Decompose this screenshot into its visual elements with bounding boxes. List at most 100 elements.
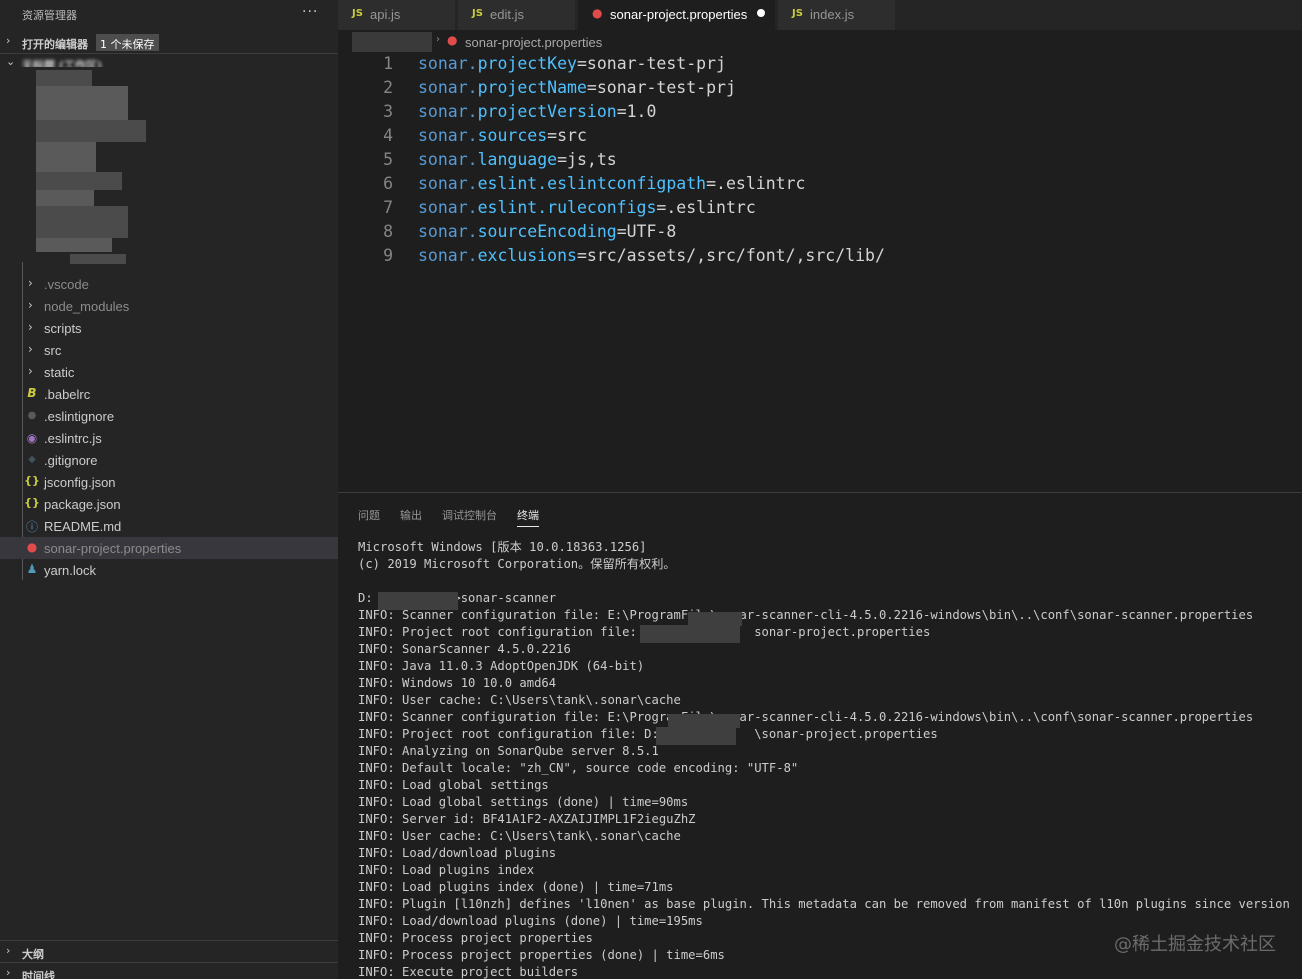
- terminal-line: D: n>sonar-scanner: [358, 591, 557, 605]
- terminal-line: INFO: Scanner configuration file: E:\Pro…: [358, 710, 1254, 724]
- tree-item-label: scripts: [44, 321, 82, 336]
- unsaved-dot-icon[interactable]: [757, 9, 765, 17]
- chevron-right-icon: ›: [6, 34, 11, 47]
- tree-item-package-json[interactable]: {} package.json: [0, 493, 338, 515]
- redacted-path: [378, 592, 458, 610]
- terminal-line: INFO: Server id: BF41A1F2-AXZAIJIMPL1F2i…: [358, 812, 696, 826]
- code-line: 4 sonar.sources=src: [338, 124, 1302, 148]
- tree-item-readme[interactable]: ⓘ README.md: [0, 515, 338, 537]
- info-icon: ⓘ: [25, 520, 38, 534]
- redacted-path: [640, 625, 740, 643]
- code-line: 9 sonar.exclusions=src/assets/,src/font/…: [338, 244, 1302, 268]
- terminal-line: INFO: Load plugins index: [358, 863, 535, 877]
- git-icon: ◆: [28, 454, 36, 465]
- tree-item-label: README.md: [44, 519, 122, 534]
- line-number: 3: [383, 102, 393, 121]
- terminal-line: INFO: Project root configuration file: D…: [358, 625, 931, 639]
- tree-item-label: node_modules: [44, 299, 130, 314]
- tab-problems[interactable]: 问题: [358, 507, 380, 523]
- line-number: 7: [383, 198, 393, 217]
- redacted-block: [36, 120, 146, 142]
- tree-item-static[interactable]: › static: [0, 361, 338, 383]
- tree-item-label: package.json: [44, 497, 121, 512]
- terminal-line: INFO: Default locale: "zh_CN", source co…: [358, 761, 799, 775]
- tab-index-js[interactable]: JS index.js: [778, 0, 896, 30]
- terminal-line: INFO: Execute project builders: [358, 965, 579, 979]
- terminal-output[interactable]: Microsoft Windows [版本 10.0.18363.1256] (…: [358, 539, 1298, 979]
- redacted-block: [36, 70, 92, 86]
- tree-item-gitignore[interactable]: ◆ .gitignore: [0, 449, 338, 471]
- tree-item-node-modules[interactable]: › node_modules: [0, 295, 338, 317]
- properties-file-icon: ●: [447, 33, 458, 47]
- tree-item-eslintrc[interactable]: ◉ .eslintrc.js: [0, 427, 338, 449]
- js-file-icon: JS: [792, 8, 803, 19]
- bottom-panel: 问题 输出 调试控制台 终端 Microsoft Windows [版本 10.…: [338, 492, 1302, 979]
- tree-item-label: .eslintignore: [44, 409, 115, 424]
- breadcrumb: › ● sonar-project.properties: [338, 30, 1302, 54]
- tree-item-scripts[interactable]: › scripts: [0, 317, 338, 339]
- tab-label: sonar-project.properties: [610, 7, 748, 22]
- tree-item-yarn-lock[interactable]: ♟ yarn.lock: [0, 559, 338, 581]
- code-line: 3 sonar.projectVersion=1.0: [338, 100, 1302, 124]
- breadcrumb-file[interactable]: sonar-project.properties: [465, 35, 602, 50]
- chevron-right-icon: ›: [28, 364, 33, 378]
- tree-item-label: sonar-project.properties: [44, 541, 182, 556]
- watermark: @稀土掘金技术社区: [1114, 934, 1276, 955]
- explorer-title: 资源管理器: [22, 9, 77, 22]
- line-number: 1: [383, 54, 393, 73]
- properties-icon: ●: [26, 540, 38, 554]
- tree-item-jsconfig[interactable]: {} jsconfig.json: [0, 471, 338, 493]
- chevron-right-icon: ›: [28, 342, 33, 356]
- terminal-line: INFO: Java 11.0.3 AdoptOpenJDK (64-bit): [358, 659, 645, 673]
- redacted-block: [36, 238, 112, 252]
- code-line: 6 sonar.eslint.eslintconfigpath=.eslintr…: [338, 172, 1302, 196]
- redacted-path: [688, 612, 742, 626]
- tab-terminal[interactable]: 终端: [517, 507, 539, 527]
- open-editors-section[interactable]: › 打开的编辑器 1 个未保存: [0, 31, 338, 53]
- code-line: 5 sonar.language=js,ts: [338, 148, 1302, 172]
- outline-section[interactable]: › 大纲: [0, 940, 338, 962]
- chevron-right-icon: ›: [28, 276, 33, 290]
- chevron-right-icon: ›: [28, 320, 33, 334]
- tab-sonar-project-properties[interactable]: ● sonar-project.properties: [578, 0, 776, 30]
- code-line: 2 sonar.projectName=sonar-test-prj: [338, 76, 1302, 100]
- chevron-down-icon: ⌄: [6, 55, 16, 67]
- terminal-line: INFO: Load plugins index (done) | time=7…: [358, 880, 674, 894]
- more-actions-icon[interactable]: ···: [302, 4, 318, 20]
- tab-api-js[interactable]: JS api.js: [338, 0, 456, 30]
- line-number: 9: [383, 246, 393, 265]
- code-line: 7 sonar.eslint.ruleconfigs=.eslintrc: [338, 196, 1302, 220]
- timeline-label: 时间线: [22, 970, 55, 979]
- code-editor[interactable]: 1 sonar.projectKey=sonar-test-prj 2 sona…: [338, 52, 1302, 492]
- redacted-path: [352, 32, 432, 54]
- js-file-icon: JS: [472, 8, 483, 19]
- tree-item-label: src: [44, 343, 62, 358]
- tree-item-eslintignore[interactable]: ● .eslintignore: [0, 405, 338, 427]
- redacted-block: [70, 254, 126, 264]
- tab-edit-js[interactable]: JS edit.js: [458, 0, 576, 30]
- tree-item-label: jsconfig.json: [44, 475, 116, 490]
- terminal-line: INFO: Load/download plugins: [358, 846, 557, 860]
- tree-item-babelrc[interactable]: 𝘽 .babelrc: [0, 383, 338, 405]
- chevron-right-icon: ›: [6, 966, 11, 979]
- timeline-section[interactable]: › 时间线: [0, 962, 338, 979]
- terminal-line: Microsoft Windows [版本 10.0.18363.1256]: [358, 540, 647, 554]
- tree-item-src[interactable]: › src: [0, 339, 338, 361]
- tree-item-label: .vscode: [44, 277, 89, 292]
- tab-label: edit.js: [490, 7, 524, 22]
- outline-label: 大纲: [22, 948, 44, 961]
- tree-item-vscode[interactable]: › .vscode: [0, 273, 338, 295]
- line-number: 6: [383, 174, 393, 193]
- terminal-line: INFO: Load global settings: [358, 778, 549, 792]
- json-icon: {}: [24, 474, 40, 487]
- redacted-path: [656, 727, 736, 745]
- tab-output[interactable]: 输出: [400, 507, 422, 523]
- terminal-line: INFO: Scanner configuration file: E:\Pro…: [358, 608, 1254, 622]
- babel-icon: 𝘽: [27, 386, 37, 400]
- tab-debug-console[interactable]: 调试控制台: [442, 507, 497, 523]
- workspace-section[interactable]: ⌄ 无标题 (工作区): [0, 53, 338, 67]
- tree-item-sonar-properties[interactable]: ● sonar-project.properties: [0, 537, 338, 559]
- tree-item-label: .gitignore: [44, 453, 98, 468]
- terminal-line: INFO: User cache: C:\Users\tank\.sonar\c…: [358, 693, 681, 707]
